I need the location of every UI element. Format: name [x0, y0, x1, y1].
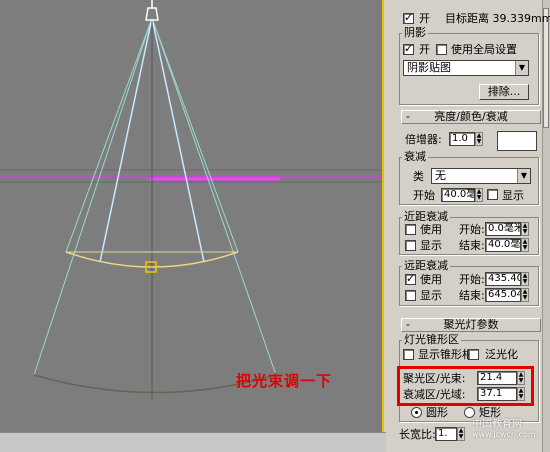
near-use-label: 使用 [420, 223, 442, 236]
collapse-icon: - [406, 110, 410, 123]
intensity-rollout-header[interactable]: - 亮度/颜色/衰减 [401, 110, 541, 124]
light-on-label: 开 [419, 12, 430, 25]
decay-type-label: 类 [413, 170, 424, 183]
far-attenuation-label: 远距衰减 [402, 259, 450, 272]
near-start-label: 开始: [459, 223, 485, 236]
global-settings-checkbox[interactable] [436, 44, 447, 55]
chevron-down-icon: ▼ [515, 61, 528, 75]
target-distance: 目标距离 39.339mm [445, 12, 550, 25]
decay-start-input[interactable]: 40.0毫 [441, 188, 475, 202]
watermark-line1: 中国教育网 [472, 419, 522, 430]
viewport-bottom-strip [0, 432, 386, 452]
far-end-label: 结束: [459, 289, 485, 302]
far-start-spinner[interactable]: ▲ ▼ [521, 272, 529, 286]
falloff-cone-left [33, 17, 153, 376]
far-show-checkbox[interactable] [405, 290, 416, 301]
far-end-spinner[interactable]: ▲ ▼ [521, 288, 529, 302]
far-show-label: 显示 [420, 289, 442, 302]
rectangle-label: 矩形 [479, 406, 501, 419]
near-end-spinner[interactable]: ▲ ▼ [521, 238, 529, 252]
far-start-label: 开始: [459, 273, 485, 286]
decay-type-value: 无 [435, 169, 446, 182]
decay-show-checkbox[interactable] [487, 189, 498, 200]
shadow-on-checkbox[interactable] [403, 42, 414, 55]
scrollbar-thumb[interactable] [543, 8, 549, 128]
shadow-on-label: 开 [419, 43, 430, 56]
aspect-label: 长宽比: [399, 428, 436, 441]
decay-show-label: 显示 [502, 189, 524, 202]
near-start-spinner[interactable]: ▲ ▼ [521, 222, 529, 236]
spotlight-rollout-header[interactable]: - 聚光灯参数 [401, 318, 541, 332]
decay-group-label: 衰减 [402, 150, 428, 163]
near-attenuation-label: 近距衰减 [402, 210, 450, 223]
overshoot-label: 泛光化 [485, 348, 518, 361]
aspect-input[interactable]: 1. [435, 427, 457, 441]
rectangle-radio[interactable] [464, 407, 475, 418]
intensity-rollout-title: 亮度/颜色/衰减 [434, 110, 508, 123]
annotation-text: 把光束调一下 [236, 372, 333, 390]
near-end-input[interactable]: 40.0毫米 [485, 238, 521, 252]
far-use-checkbox[interactable] [405, 272, 416, 285]
panel-scrollbar[interactable] [542, 0, 550, 452]
shadow-type-value: 阴影贴图 [407, 61, 451, 74]
cone-group-label: 灯光锥形区 [402, 333, 461, 346]
near-show-checkbox[interactable] [405, 240, 416, 251]
show-cone-label: 显示锥形相 [418, 348, 473, 361]
circle-label: 圆形 [426, 406, 448, 419]
near-show-label: 显示 [420, 239, 442, 252]
collapse-icon: - [406, 318, 410, 331]
far-start-input[interactable]: 435.404 [485, 272, 521, 286]
watermark: 中国教育网 www.jcwcn.com [472, 420, 536, 440]
show-cone-checkbox[interactable] [403, 349, 414, 360]
decay-start-spinner[interactable]: ▲ ▼ [475, 188, 483, 202]
far-end-input[interactable]: 645.043 [485, 288, 521, 302]
multiplier-spinner[interactable]: ▲ ▼ [475, 132, 483, 146]
circle-radio[interactable] [411, 407, 422, 418]
spotlight-rollout-title: 聚光灯参数 [443, 318, 499, 331]
chevron-down-icon: ▼ [517, 169, 530, 183]
aspect-spinner[interactable]: ▲ ▼ [457, 427, 465, 441]
multiplier-input[interactable]: 1.0 [449, 132, 475, 146]
watermark-line2: www.jcwcn.com [472, 430, 536, 439]
near-use-checkbox[interactable] [405, 224, 416, 235]
exclude-button[interactable]: 排除... [479, 84, 529, 100]
global-settings-label: 使用全局设置 [451, 43, 517, 56]
near-start-input[interactable]: 0.0毫米 [485, 222, 521, 236]
shadow-group-label: 阴影 [402, 26, 428, 39]
far-use-label: 使用 [420, 273, 442, 286]
hotspot-cone-left [99, 17, 153, 263]
light-color-swatch[interactable] [497, 131, 537, 151]
multiplier-label: 倍增器: [405, 133, 442, 146]
light-on-checkbox[interactable] [403, 11, 414, 24]
hotspot-cone-right [151, 17, 205, 263]
decay-type-dropdown[interactable]: 无 ▼ [431, 168, 531, 184]
overshoot-checkbox[interactable] [468, 349, 479, 360]
shadow-type-dropdown[interactable]: 阴影贴图 ▼ [403, 60, 529, 76]
decay-start-label: 开始 [413, 189, 435, 202]
near-end-label: 结束: [459, 239, 485, 252]
falloff-cone-right [151, 17, 277, 376]
annotation-highlight-box [397, 366, 534, 406]
